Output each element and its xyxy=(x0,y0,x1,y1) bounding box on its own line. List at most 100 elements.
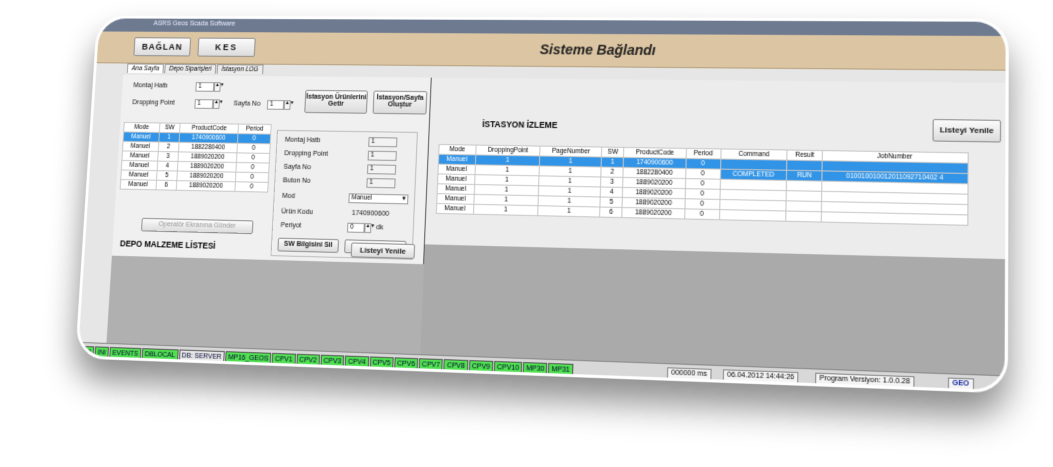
detail-dropping-label: Dropping Point xyxy=(284,150,328,158)
tab-istasyon-log[interactable]: İstasyon LOG xyxy=(217,64,264,74)
monitor-empty-area xyxy=(420,244,1009,375)
status-tab-cpv6[interactable]: CPV6 xyxy=(394,357,418,371)
montaj-label: Montaj Hattı xyxy=(133,82,168,89)
detail-buton-label: Buton No xyxy=(283,177,311,184)
status-tab-mp31[interactable]: MP31 xyxy=(548,363,573,377)
status-tab-ini[interactable]: INI xyxy=(80,346,95,359)
status-tab-cpv8[interactable]: CPV8 xyxy=(444,359,469,373)
table-cell: 0 xyxy=(238,134,271,144)
dropping-spinner[interactable]: ▲▼ xyxy=(213,99,220,109)
table-cell: 0 xyxy=(237,153,270,163)
disconnect-button[interactable]: KES xyxy=(197,38,255,57)
mod-select[interactable]: Manuel ▾ xyxy=(348,193,408,204)
tab-ana-sayfa[interactable]: Ana Sayfa xyxy=(127,63,164,73)
table-cell xyxy=(787,191,822,202)
table-cell: 5 xyxy=(156,171,177,181)
table-cell: 0 xyxy=(684,209,719,220)
chevron-down-icon: ▾ xyxy=(402,195,405,203)
istasyon-sayfa-button[interactable]: İstasyon/Sayfa Oluştur xyxy=(373,91,428,115)
table-cell: Manuel xyxy=(123,132,159,142)
status-tab-mp16[interactable]: MP16_GEOS xyxy=(225,351,272,366)
table-cell: Manuel xyxy=(436,204,473,215)
datetime-readout: 06.04.2012 14:44:26 xyxy=(723,369,799,383)
detail-group: Montaj Hattı 1 Dropping Point 1 Sayfa No… xyxy=(271,130,418,260)
operator-screen-button[interactable]: Operatör Ekranına Gönder xyxy=(141,218,253,234)
table-cell: 2 xyxy=(601,167,623,177)
geo-logo: GEO xyxy=(948,377,974,390)
status-tab-cpv1[interactable]: CPV1 xyxy=(272,353,296,367)
table-cell: 0 xyxy=(685,168,720,179)
sayfa-input[interactable]: 1 xyxy=(267,100,284,110)
left-panel: Montaj Hattı 1 ▲▼ Dropping Point 1 ▲▼ Sa… xyxy=(106,75,431,354)
station-monitor-table[interactable]: Mode DroppingPoint PageNumber SW Product… xyxy=(436,144,969,226)
tab-depo-siparisleri[interactable]: Depo Siparişleri xyxy=(164,64,216,74)
periyot-unit: dk xyxy=(376,224,383,231)
detail-periyot-label: Periyot xyxy=(280,222,301,229)
monitor-refresh-button[interactable]: Listeyi Yenile xyxy=(932,119,1001,143)
table-cell: Manuel xyxy=(123,141,159,151)
column-header: Result xyxy=(787,150,822,161)
table-cell: 3 xyxy=(601,177,623,187)
column-header: Period xyxy=(238,124,271,134)
table-cell xyxy=(719,210,786,222)
column-header: SW xyxy=(602,147,624,157)
detail-urun-label: Ürün Kodu xyxy=(281,208,313,216)
status-tab-events[interactable]: EVENTS xyxy=(109,347,141,361)
status-tab-cpv2[interactable]: CPV2 xyxy=(296,354,320,368)
detail-buton-field: 1 xyxy=(366,178,395,188)
sayfa-label: Sayfa No xyxy=(233,101,260,108)
table-cell: Manuel xyxy=(120,180,156,190)
periyot-input[interactable]: 0 xyxy=(347,223,365,233)
table-cell xyxy=(787,180,822,191)
status-tab-cpv9[interactable]: CPV9 xyxy=(469,360,494,374)
status-tab-cpv7[interactable]: CPV7 xyxy=(419,358,443,372)
istasyon-urun-button[interactable]: İstasyon Ürünlerini Getir xyxy=(304,90,368,114)
table-cell: 0 xyxy=(685,189,720,200)
status-tab-dblocal[interactable]: DBLOCAL xyxy=(141,348,178,362)
monitor-title: İSTASYON İZLEME xyxy=(482,119,557,130)
detail-montaj-label: Montaj Hattı xyxy=(285,137,321,144)
status-tab-cpv3[interactable]: CPV3 xyxy=(320,355,344,369)
table-cell xyxy=(787,160,822,171)
table-cell: Manuel xyxy=(438,164,475,175)
table-cell: RUN xyxy=(787,170,822,181)
column-header: Period xyxy=(686,148,721,159)
table-cell: 5 xyxy=(600,197,623,208)
montaj-spinner[interactable]: ▲▼ xyxy=(214,82,221,92)
connect-button[interactable]: BAĞLAN xyxy=(133,37,191,56)
dropping-input[interactable]: 1 xyxy=(194,99,213,109)
detail-sayfa-label: Sayfa No xyxy=(283,164,311,171)
table-cell: 6 xyxy=(156,180,177,190)
status-tab-cpv10[interactable]: CPV10 xyxy=(494,361,523,375)
table-cell: 4 xyxy=(157,161,178,171)
ms-readout: 000000 ms xyxy=(667,367,711,380)
table-cell: 0 xyxy=(236,162,269,172)
detail-mod-label: Mod xyxy=(282,193,295,200)
status-tab-ini-2[interactable]: INI xyxy=(94,346,109,359)
table-cell: 1 xyxy=(158,132,179,142)
table-row[interactable]: Manuel 6 1889020200 0 xyxy=(120,180,268,193)
status-tab-mp30[interactable]: MP30 xyxy=(523,362,548,376)
depo-title: DEPO MALZEME LİSTESİ xyxy=(120,239,216,251)
column-header: SW xyxy=(159,123,180,133)
screenshot-stage: ASRS Geos Scada Software BAĞLAN KES Sist… xyxy=(0,0,1053,467)
sw-bilgisini-sil-button[interactable]: SW Bilgisini Sil xyxy=(277,238,339,253)
table-cell: 1889020200 xyxy=(176,181,235,192)
montaj-input[interactable]: 1 xyxy=(195,82,214,92)
station-products-table[interactable]: Mode SW ProductCode Period Manuel 1 1740… xyxy=(120,122,272,193)
table-cell: 0 xyxy=(686,158,721,169)
table-cell: 1 xyxy=(538,206,600,217)
status-tab-cpv4[interactable]: CPV4 xyxy=(345,356,369,370)
table-cell xyxy=(821,212,968,226)
sayfa-spinner[interactable]: ▲▼ xyxy=(284,100,291,110)
depo-list-area xyxy=(106,256,424,355)
table-cell: 1 xyxy=(601,157,623,167)
status-tab-dbserver[interactable]: DB: SERVER xyxy=(179,349,225,364)
column-header: Mode xyxy=(124,122,160,132)
periyot-spinner[interactable]: ▲▼ xyxy=(364,223,371,233)
table-cell xyxy=(786,201,821,212)
status-tab-cpv5[interactable]: CPV5 xyxy=(369,356,393,370)
table-cell: 1 xyxy=(473,204,538,215)
table-cell: 2 xyxy=(158,142,179,152)
depo-refresh-button[interactable]: Listeyi Yenile xyxy=(351,242,415,258)
